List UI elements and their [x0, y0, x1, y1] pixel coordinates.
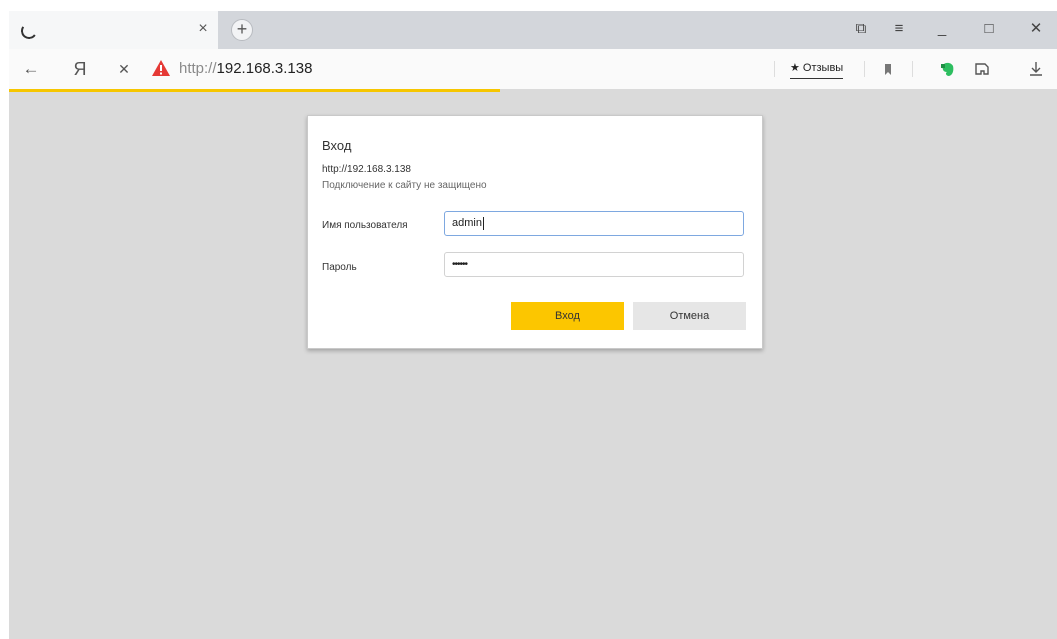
tab-strip: × + ⧉ ≡ _ □ ✕	[9, 11, 1057, 49]
auth-dialog: Вход http://192.168.3.138 Подключение к …	[307, 115, 763, 349]
tab-close-icon[interactable]: ×	[193, 18, 213, 40]
connection-warning-text: Подключение к сайту не защищено	[322, 180, 487, 191]
text-caret	[482, 216, 484, 230]
address-bar: ← Я ✕ http://192.168.3.138 ★ Отзывы	[9, 49, 1057, 89]
url-protocol: http://	[179, 60, 217, 77]
dialog-url: http://192.168.3.138	[322, 164, 411, 175]
url-host: 192.168.3.138	[216, 60, 313, 77]
browser-window: × + ⧉ ≡ _ □ ✕ ← Я ✕ http://192.168.3.138…	[9, 11, 1057, 639]
separator	[864, 61, 865, 77]
page-load-progress-bar	[9, 89, 500, 92]
bookmark-icon[interactable]	[877, 58, 899, 80]
username-label: Имя пользователя	[322, 220, 408, 231]
login-button[interactable]: Вход	[511, 302, 624, 330]
separator	[774, 61, 775, 77]
stop-loading-button[interactable]: ✕	[113, 58, 135, 80]
cancel-button[interactable]: Отмена	[633, 302, 746, 330]
reviews-button[interactable]: ★ Отзывы	[790, 58, 844, 79]
back-button[interactable]: ←	[20, 58, 42, 80]
username-value: admin	[452, 217, 482, 229]
yandex-logo-icon[interactable]: Я	[69, 58, 91, 80]
password-label: Пароль	[322, 262, 357, 273]
insecure-warning-icon[interactable]	[151, 59, 171, 77]
tabs-manager-icon[interactable]: ⧉	[848, 17, 874, 41]
menu-icon[interactable]: ≡	[886, 17, 912, 41]
close-window-button[interactable]: ✕	[1023, 17, 1049, 41]
evernote-icon[interactable]	[937, 58, 959, 80]
minimize-button[interactable]: _	[929, 17, 955, 41]
active-tab[interactable]: ×	[9, 11, 218, 49]
maximize-button[interactable]: □	[976, 17, 1002, 41]
download-icon[interactable]	[1025, 58, 1047, 80]
loading-spinner-icon	[19, 21, 39, 41]
password-input[interactable]: ••••••	[444, 252, 744, 277]
separator	[912, 61, 913, 77]
new-tab-button[interactable]: +	[231, 19, 253, 41]
password-value: ••••••	[452, 259, 468, 270]
username-input[interactable]: admin	[444, 211, 744, 236]
extension-icon[interactable]	[971, 58, 993, 80]
url-field[interactable]: http://192.168.3.138	[179, 59, 312, 79]
dialog-title: Вход	[322, 138, 352, 153]
